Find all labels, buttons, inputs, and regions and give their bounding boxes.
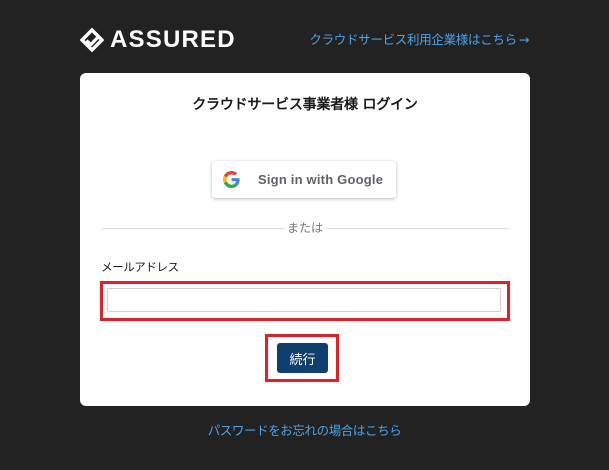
email-input-highlight	[100, 281, 510, 321]
assured-logo[interactable]: ASSURED	[80, 27, 236, 53]
continue-button[interactable]: 続行	[277, 343, 328, 373]
continue-button-highlight: 続行	[265, 334, 339, 382]
google-g-icon	[223, 171, 240, 188]
login-page: ASSURED クラウドサービス利用企業様はこちら → クラウドサービス事業者様 …	[0, 0, 609, 470]
login-card: クラウドサービス事業者様 ログイン Sign in with Google また…	[80, 73, 530, 406]
google-signin-label: Sign in with Google	[258, 172, 384, 187]
arrow-right-icon: →	[518, 32, 529, 47]
login-title: クラウドサービス事業者様 ログイン	[192, 97, 418, 113]
google-signin-button[interactable]: Sign in with Google	[212, 161, 396, 198]
email-input[interactable]	[107, 288, 501, 312]
logo-text: ASSURED	[110, 26, 236, 53]
enterprise-login-link[interactable]: クラウドサービス利用企業様はこちら →	[309, 31, 529, 49]
divider-line-right	[326, 228, 509, 229]
or-divider: または	[101, 219, 509, 237]
forgot-password-link[interactable]: パスワードをお忘れの場合はこちら	[0, 422, 609, 440]
assured-check-diamond-icon	[80, 28, 104, 52]
email-label: メールアドレス	[101, 260, 179, 274]
enterprise-link-label: クラウドサービス利用企業様はこちら	[309, 32, 517, 47]
